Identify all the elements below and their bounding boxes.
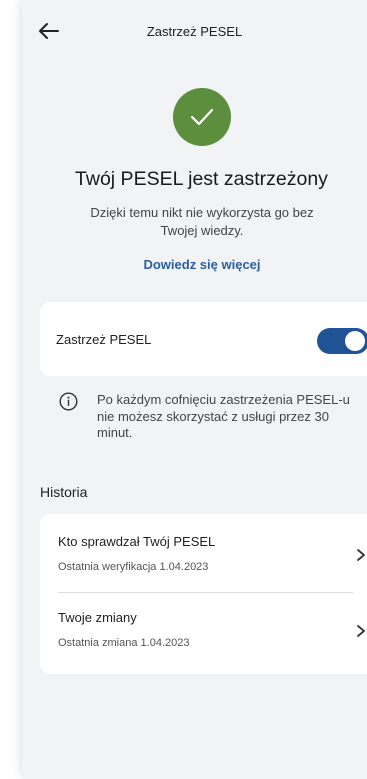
chevron-right-icon	[354, 548, 367, 562]
status-description: Dzięki temu nikt nie wykorzysta go bez T…	[90, 205, 314, 238]
list-item-title: Kto sprawdzał Twój PESEL	[58, 534, 216, 549]
toggle-label: Zastrzeż PESEL	[56, 332, 152, 347]
page-title: Zastrzeż PESEL	[146, 24, 243, 39]
status-title: Twój PESEL jest zastrzeżony	[75, 168, 328, 190]
learn-more-link[interactable]: Dowiedz się więcej	[22, 257, 367, 272]
switch-knob	[345, 331, 365, 351]
reserve-pesel-switch[interactable]	[317, 328, 367, 354]
history-heading: Historia	[40, 484, 88, 500]
list-item-subtitle: Ostatnia weryfikacja 1.04.2023	[58, 561, 209, 573]
top-bar: Zastrzeż PESEL	[22, 0, 367, 62]
info-text: Po każdym cofnięciu zastrzeżenia PESEL-u…	[97, 392, 350, 440]
reservation-toggle-card: Zastrzeż PESEL	[40, 302, 367, 376]
list-item-checks[interactable]: Kto sprawdzał Twój PESEL Ostatnia weryfi…	[58, 534, 367, 594]
info-icon	[59, 392, 78, 411]
divider	[58, 592, 353, 593]
list-item-title: Twoje zmiany	[58, 610, 137, 625]
list-item-subtitle: Ostatnia zmiana 1.04.2023	[58, 637, 190, 649]
app-screen: Zastrzeż PESEL Twój PESEL jest zastrzeżo…	[22, 0, 367, 779]
chevron-right-icon	[354, 624, 367, 638]
list-item-changes[interactable]: Twoje zmiany Ostatnia zmiana 1.04.2023	[58, 610, 367, 670]
history-card: Kto sprawdzał Twój PESEL Ostatnia weryfi…	[40, 514, 367, 674]
check-icon	[173, 88, 231, 146]
